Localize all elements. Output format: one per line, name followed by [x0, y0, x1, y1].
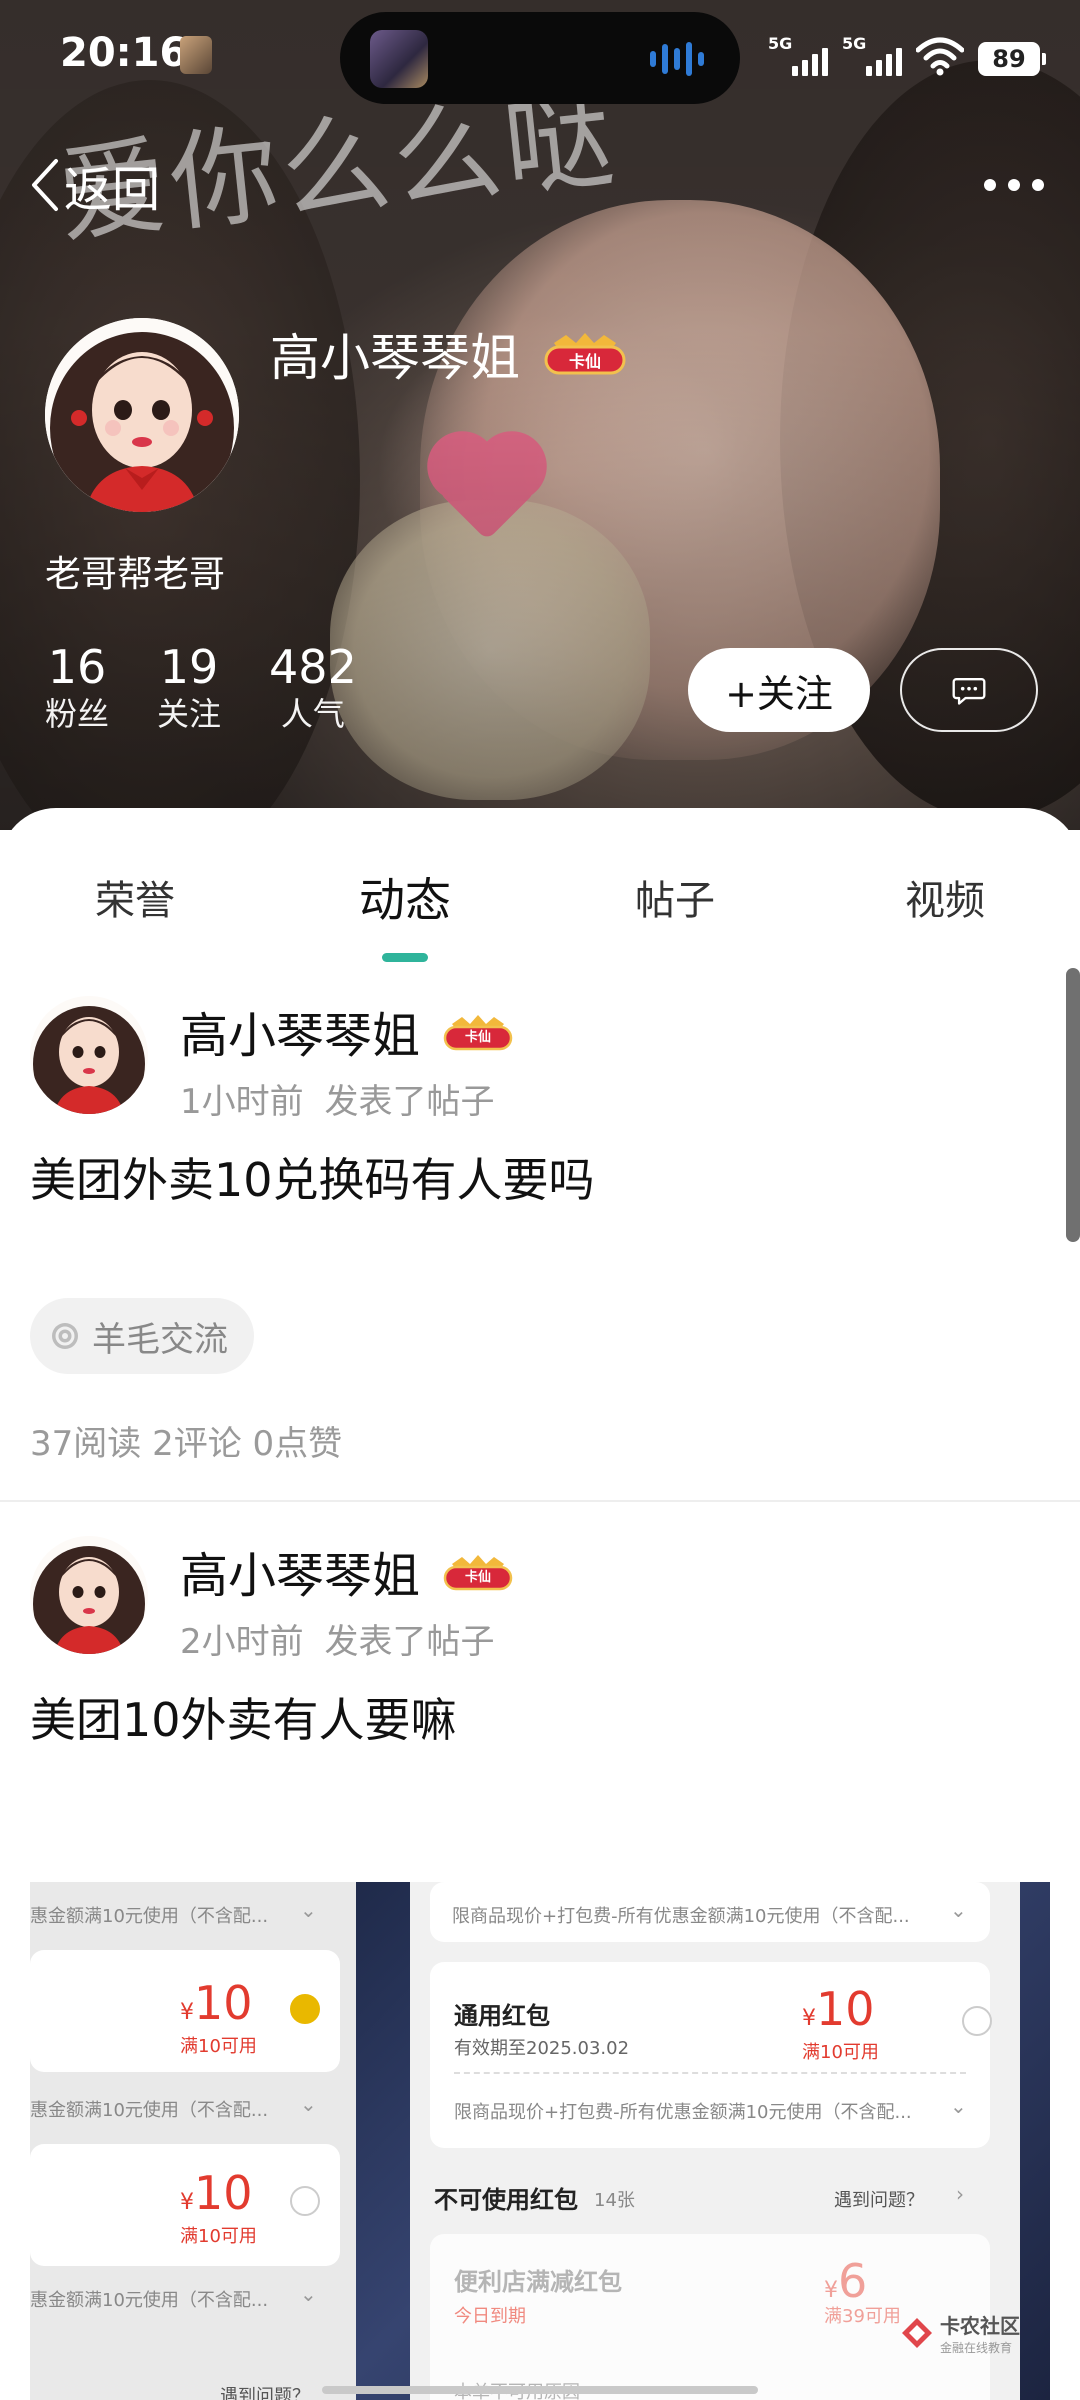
dynamic-island[interactable]	[340, 12, 740, 104]
status-time: 20:16	[60, 30, 188, 76]
post-counts: 37阅读 2评论 0点赞	[30, 1424, 343, 1464]
profile-nickname: 高小琴琴姐	[270, 329, 520, 387]
profile-signature: 老哥帮老哥	[45, 554, 226, 595]
post-action: 发表了帖子	[324, 1082, 495, 1122]
topic-tag[interactable]: 羊毛交流	[30, 1298, 254, 1374]
tab-posts[interactable]: 帖子	[635, 868, 715, 926]
author-name[interactable]: 高小琴琴姐	[180, 996, 420, 1066]
media-thumbnail	[370, 30, 428, 88]
vip-badge: 卡仙	[542, 329, 628, 379]
post-meta: 2小时前 发表了帖子	[180, 1614, 494, 1663]
profile-stats: 16 粉丝 19 关注 482 人气	[45, 640, 405, 734]
signal-icon-2: 5G	[842, 34, 902, 76]
post-text[interactable]: 美团外卖10兑换码有人要吗	[30, 1144, 595, 1210]
message-button[interactable]	[900, 648, 1038, 732]
author-avatar[interactable]	[30, 1536, 148, 1654]
stat-popularity[interactable]: 482 人气	[269, 640, 357, 734]
profile-banner: 爱你么么哒 20:16 5G 5G 89 返回 高小琴琴姐 卡仙 老哥帮老哥 1…	[0, 0, 1080, 830]
audio-wave-icon	[650, 42, 704, 76]
post-time: 2小时前	[180, 1622, 304, 1662]
stat-fans[interactable]: 16 粉丝	[45, 640, 109, 734]
avatar-illustration	[45, 318, 239, 512]
more-options-icon[interactable]	[984, 160, 1044, 210]
topic-icon	[52, 1323, 78, 1349]
scrollbar[interactable]	[1066, 968, 1080, 1242]
image-left-panel: 惠金额满10元使用（不含配... ⌄ ¥10 满10可用 惠金额满10元使用（不…	[30, 1882, 356, 2400]
wifi-icon	[916, 37, 964, 76]
content-sheet: 荣誉 动态 帖子 视频 高小琴琴姐 卡仙 1小时前 发表了帖子 美团外卖10兑换…	[0, 808, 1080, 2400]
chat-bubble-icon	[952, 678, 986, 705]
post-meta: 1小时前 发表了帖子	[180, 1074, 494, 1123]
status-bar: 20:16 5G 5G 89	[0, 0, 1080, 110]
tab-videos[interactable]: 视频	[905, 868, 985, 926]
back-label: 返回	[64, 162, 161, 218]
post-image[interactable]: 惠金额满10元使用（不含配... ⌄ ¥10 满10可用 惠金额满10元使用（不…	[30, 1882, 1050, 2400]
vip-badge: 卡仙	[442, 1010, 514, 1052]
battery-icon: 89	[978, 42, 1046, 76]
profile-name-row: 高小琴琴姐 卡仙	[270, 318, 628, 390]
author-avatar[interactable]	[30, 996, 148, 1114]
radio-selected	[290, 1994, 320, 2024]
vip-badge: 卡仙	[442, 1550, 514, 1592]
kanong-logo: 卡农社区 金融在线教育	[900, 2310, 1020, 2356]
tab-honor[interactable]: 荣誉	[95, 868, 175, 926]
profile-avatar[interactable]	[45, 318, 239, 512]
signal-icon: 5G	[768, 34, 828, 76]
stat-following[interactable]: 19 关注	[157, 640, 221, 734]
author-name[interactable]: 高小琴琴姐	[180, 1536, 420, 1606]
divider	[0, 1500, 1080, 1502]
post-text[interactable]: 美团10外卖有人要嘛	[30, 1684, 457, 1750]
home-indicator[interactable]	[322, 2386, 758, 2394]
post-action: 发表了帖子	[324, 1622, 495, 1662]
chevron-left-icon	[32, 159, 58, 211]
author-name-row: 高小琴琴姐 卡仙	[180, 1536, 514, 1606]
topic-label: 羊毛交流	[92, 1319, 228, 1360]
kanong-logo-icon	[902, 2318, 932, 2348]
active-tab-indicator	[382, 953, 428, 962]
follow-button[interactable]: +关注	[688, 648, 870, 732]
app-notification-icon	[180, 36, 212, 74]
tab-bar: 荣誉 动态 帖子 视频	[0, 868, 1080, 948]
tab-activity[interactable]: 动态	[359, 864, 451, 930]
radio-empty	[290, 2186, 320, 2216]
author-name-row: 高小琴琴姐 卡仙	[180, 996, 514, 1066]
post-time: 1小时前	[180, 1082, 304, 1122]
back-button[interactable]: 返回	[30, 150, 160, 220]
badge-text: 卡仙	[568, 352, 601, 371]
